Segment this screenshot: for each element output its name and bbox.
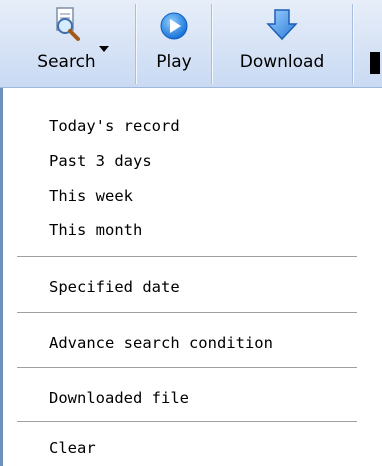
menu-item-clear[interactable]: Clear [3,430,370,465]
menu-item-this-week[interactable]: This week [3,178,370,213]
menu-item-specified-date[interactable]: Specified date [3,269,370,304]
chevron-down-icon[interactable] [99,46,109,52]
search-button[interactable]: Search [0,0,133,88]
menu-separator [17,312,357,313]
magnifier-doc-icon [55,7,80,41]
menu-separator [17,367,357,368]
toolbar-divider [135,4,136,84]
menu-item-this-month[interactable]: This month [3,212,370,247]
menu-item-todays-record[interactable]: Today's record [3,108,370,143]
toolbar: Search Play Download [0,0,382,88]
menu-separator [17,256,357,257]
search-dropdown-menu: Today's record Past 3 days This week Thi… [0,88,370,466]
toolbar-divider [352,4,353,84]
menu-item-advance-search[interactable]: Advance search condition [3,325,370,360]
play-button[interactable]: Play [138,0,210,88]
search-label: Search [37,52,96,72]
menu-item-past-3-days[interactable]: Past 3 days [3,143,370,178]
menu-item-downloaded-file[interactable]: Downloaded file [3,380,370,415]
menu-separator [17,421,357,422]
play-label: Play [156,52,192,72]
toolbar-divider [211,4,212,84]
play-icon [160,12,188,40]
download-button[interactable]: Download [214,0,350,88]
download-arrow-icon [266,9,298,41]
download-label: Download [239,52,325,72]
toolbar-overflow-glyph [370,52,380,74]
